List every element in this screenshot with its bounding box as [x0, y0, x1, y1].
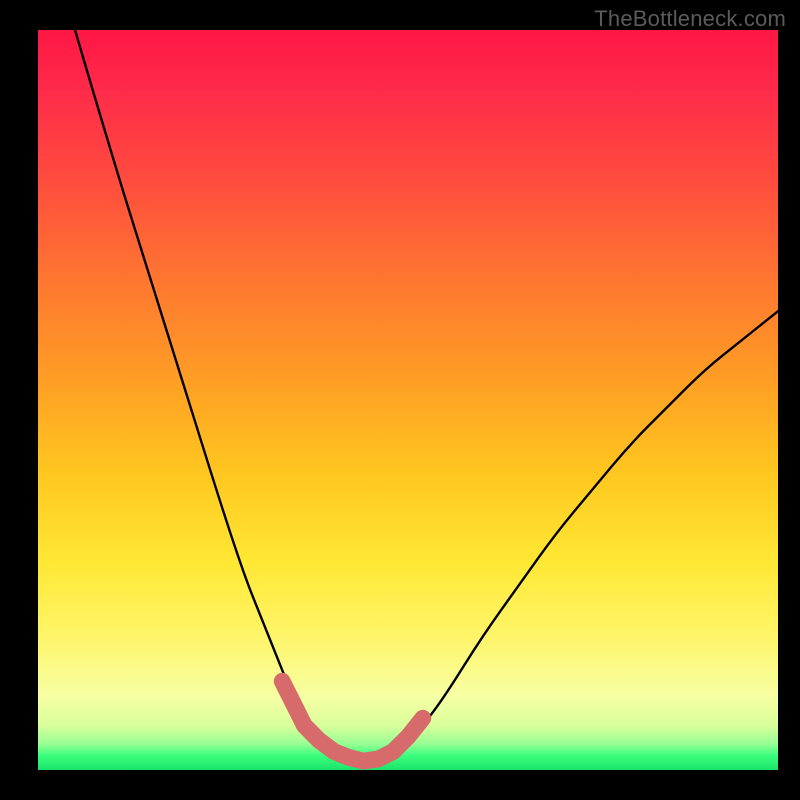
curve-path [364, 311, 778, 762]
chart-svg [38, 30, 778, 770]
marker-dot [370, 751, 386, 767]
marker-dot [356, 753, 372, 769]
watermark-text: TheBottleneck.com [594, 6, 786, 32]
curve-right-branch [364, 311, 778, 762]
chart-frame: TheBottleneck.com [0, 0, 800, 800]
curve-left-branch [75, 30, 364, 763]
marker-dot [289, 703, 305, 719]
marker-cluster-left [274, 673, 371, 769]
marker-dot [400, 729, 416, 745]
marker-dot [282, 688, 298, 704]
curve-path [75, 30, 364, 763]
marker-cluster-right [356, 710, 431, 769]
plot-area [38, 30, 778, 770]
marker-dot [385, 744, 401, 760]
marker-dot [415, 710, 431, 726]
marker-dot [274, 673, 290, 689]
marker-dot [326, 744, 342, 760]
marker-dot [311, 732, 327, 748]
marker-dot [341, 749, 357, 765]
